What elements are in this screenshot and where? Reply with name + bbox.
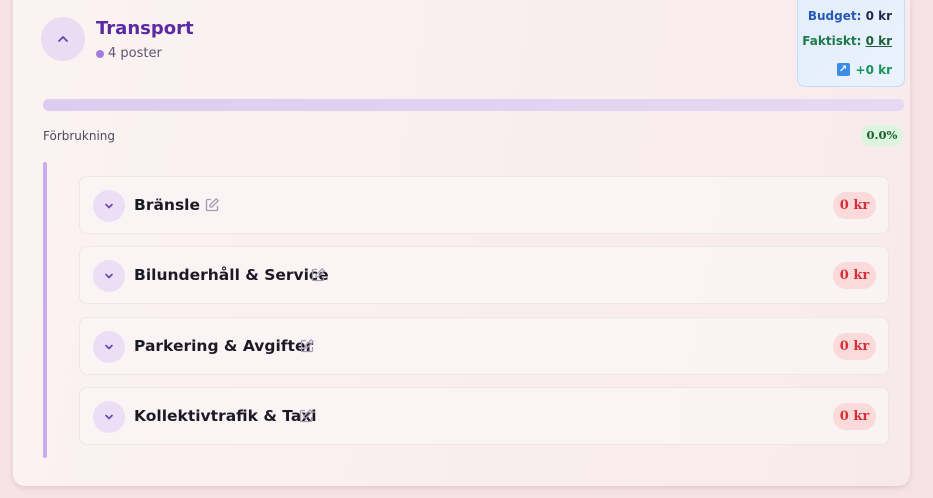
usage-percent-badge: 0.0% [861,125,903,146]
count-dot-icon [96,49,104,58]
amount-badge: 0 kr [833,333,876,360]
actual-line: Faktiskt: 0 kr [798,32,892,57]
edit-icon[interactable] [310,267,326,283]
amount-badge: 0 kr [833,262,876,289]
items-divider [43,162,47,458]
chevron-down-icon [105,203,113,209]
budget-summary: Budget: 0 kr Faktiskt: 0 kr ↗ +0 kr [797,0,905,87]
list-item-bilunderhall[interactable]: Bilunderhåll & Service 0 kr [79,246,889,304]
item-label: Kollektivtrafik & Taxi [134,407,317,425]
budget-line: Budget: 0 kr [798,7,892,32]
budget-label: Budget: [807,9,862,23]
budget-value: 0 kr [865,9,892,23]
category-title: Transport [96,18,194,39]
actual-label: Faktiskt: [802,34,862,48]
count-label: 4 poster [108,46,162,61]
trend-value: +0 kr [855,62,892,77]
list-item-parkering[interactable]: Parkering & Avgifter 0 kr [79,317,889,375]
usage-progress-bar [43,99,904,111]
list-item-bransle[interactable]: Bränsle 0 kr [79,176,889,234]
expand-button[interactable] [93,260,125,292]
trend-up-icon: ↗ [836,63,850,76]
chevron-down-icon [105,344,113,350]
item-label: Bränsle [134,196,201,214]
item-label: Parkering & Avgifter [134,337,314,355]
usage-label: Förbrukning [43,129,116,143]
collapse-button[interactable] [41,17,85,61]
list-item-kollektivtrafik[interactable]: Kollektivtrafik & Taxi 0 kr [79,387,889,445]
expand-button[interactable] [93,401,125,433]
expand-button[interactable] [93,331,125,363]
actual-value[interactable]: 0 kr [866,34,892,48]
category-card: Transport 4 poster Budget: 0 kr Faktiskt… [13,0,910,486]
amount-badge: 0 kr [833,192,876,219]
chevron-down-icon [105,273,113,279]
trend-line: ↗ +0 kr [798,57,892,82]
amount-badge: 0 kr [833,403,876,430]
edit-icon[interactable] [204,197,220,213]
edit-icon[interactable] [298,408,314,424]
chevron-down-icon [105,414,113,420]
chevron-up-icon [58,36,68,42]
expand-button[interactable] [93,190,125,222]
item-label: Bilunderhåll & Service [134,266,329,284]
edit-icon[interactable] [299,338,315,354]
category-count: 4 poster [96,46,162,61]
